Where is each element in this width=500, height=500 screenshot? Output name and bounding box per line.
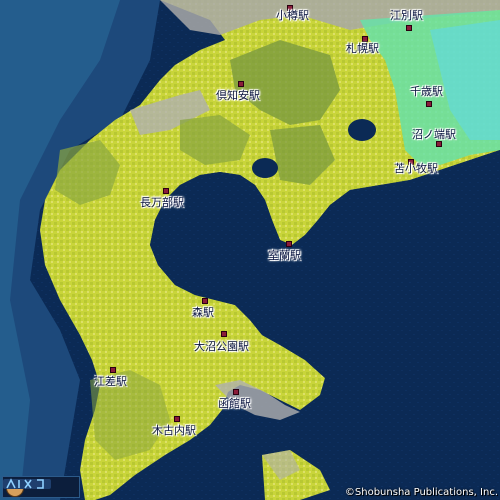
station-marker-numanohata[interactable] xyxy=(436,141,442,147)
station-marker-kutchan[interactable] xyxy=(238,81,244,87)
station-label-mori[interactable]: 森駅 xyxy=(192,307,214,319)
station-marker-mori[interactable] xyxy=(202,298,208,304)
station-label-sapporo[interactable]: 札幌駅 xyxy=(346,43,379,55)
copyright-notice: ©Shobunsha Publications, Inc. xyxy=(344,487,498,498)
station-label-otaru[interactable]: 小樽駅 xyxy=(276,10,309,22)
map-canvas[interactable]: 小樽駅 江別駅 札幌駅 倶知安駅 千歳駅 沼ノ端駅 苫小牧駅 長万部駅 室蘭駅 … xyxy=(0,0,500,500)
station-label-kikonai[interactable]: 木古内駅 xyxy=(152,425,196,437)
lake-shikotsu xyxy=(348,119,376,141)
station-label-tomakomai[interactable]: 苫小牧駅 xyxy=(394,163,438,175)
lake-toya xyxy=(252,158,278,178)
station-marker-esashi[interactable] xyxy=(110,367,116,373)
logo-wordmark-icon xyxy=(3,478,51,489)
station-marker-kikonai[interactable] xyxy=(174,416,180,422)
station-marker-muroran[interactable] xyxy=(286,241,292,247)
station-label-numanohata[interactable]: 沼ノ端駅 xyxy=(412,129,456,141)
station-label-esashi[interactable]: 江差駅 xyxy=(94,376,127,388)
station-marker-chitose[interactable] xyxy=(426,101,432,107)
station-label-oshamambe[interactable]: 長万部駅 xyxy=(140,197,184,209)
station-marker-ebetsu[interactable] xyxy=(406,25,412,31)
station-marker-hakodate[interactable] xyxy=(233,389,239,395)
station-marker-oshamambe[interactable] xyxy=(163,188,169,194)
station-label-onumakoen[interactable]: 大沼公園駅 xyxy=(194,341,249,353)
publisher-logo xyxy=(2,476,80,498)
station-label-hakodate[interactable]: 函館駅 xyxy=(218,398,251,410)
station-label-chitose[interactable]: 千歳駅 xyxy=(410,86,443,98)
station-label-kutchan[interactable]: 倶知安駅 xyxy=(216,90,260,102)
station-label-muroran[interactable]: 室蘭駅 xyxy=(268,250,301,262)
station-label-ebetsu[interactable]: 江別駅 xyxy=(390,10,423,22)
terrain-layer xyxy=(0,0,500,500)
station-marker-onumakoen[interactable] xyxy=(221,331,227,337)
